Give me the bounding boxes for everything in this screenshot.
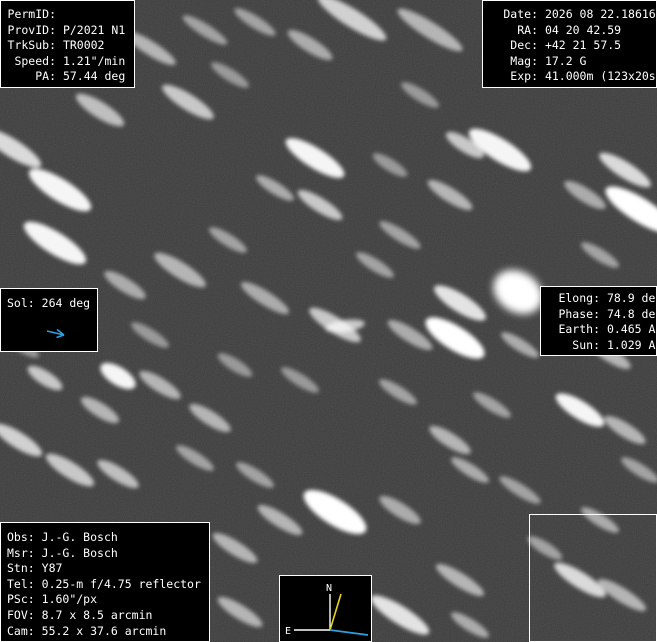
- date-row: Date: 2026 08 22.18616: [489, 7, 656, 23]
- obs-label: Obs:: [7, 530, 35, 544]
- exp-value: 41.000m (123x20s): [544, 69, 657, 84]
- dec-label: Dec:: [510, 38, 538, 53]
- ra-value: 04 20 42.59: [544, 22, 622, 37]
- stn-row: Stn: Y87: [7, 561, 209, 577]
- elong-value: 78.9 deg: [606, 291, 657, 305]
- provid-label: ProvID:: [7, 22, 56, 37]
- date-label: Date:: [503, 7, 538, 21]
- fov-label: FOV:: [7, 607, 35, 622]
- psc-row: PSc: 1.60"/px: [7, 592, 209, 608]
- provid-value: P/2021 N1: [62, 22, 126, 37]
- ra-row: RA: 04 20 42.59: [489, 23, 656, 39]
- earth-label: Earth:: [558, 322, 600, 337]
- tel-label: Tel:: [7, 576, 35, 591]
- cam-label: Cam:: [7, 623, 35, 638]
- fov-value: 8.7 x 8.5 arcmin: [41, 607, 153, 622]
- earth-value: 0.465 AU: [606, 322, 657, 337]
- sun-direction-panel: Sol: 264 deg: [0, 288, 98, 352]
- sol-label: Sol:: [7, 296, 35, 310]
- north-label: N: [326, 583, 332, 594]
- cam-row: Cam: 55.2 x 37.6 arcmin: [7, 624, 209, 640]
- msr-row: Msr: J.-G. Bosch: [7, 546, 209, 562]
- pa-row: PA: 57.44 deg: [7, 69, 134, 85]
- pa-label: PA:: [35, 69, 56, 84]
- msr-label: Msr:: [7, 545, 35, 560]
- msr-value: J.-G. Bosch: [41, 545, 118, 560]
- ra-label: RA:: [517, 22, 538, 37]
- trksub-value: TR0002: [62, 38, 105, 53]
- position-info-panel: Date: 2026 08 22.18616 RA: 04 20 42.59 Dec…: [482, 0, 657, 88]
- phase-label: Phase:: [558, 306, 600, 321]
- mag-label: Mag:: [510, 53, 538, 68]
- compass-rose-icon: N E: [285, 583, 369, 637]
- trksub-row: TrkSub: TR0002: [7, 38, 134, 54]
- geometry-info-panel: Elong: 78.9 deg Phase: 74.8 deg Earth: 0.4…: [540, 286, 657, 356]
- motion-direction-icon: [329, 593, 342, 631]
- sun-distance-label: Sun:: [572, 337, 600, 352]
- sol-row: Sol: 264 deg: [7, 296, 97, 312]
- cam-value: 55.2 x 37.6 arcmin: [41, 623, 167, 638]
- permid-row: PermID:: [7, 7, 134, 23]
- elong-label: Elong:: [558, 291, 600, 305]
- permid-label: PermID:: [7, 7, 56, 21]
- speed-row: Speed: 1.21"/min: [7, 54, 134, 70]
- psc-value: 1.60"/px: [41, 592, 98, 607]
- stn-label: Stn:: [7, 561, 35, 576]
- target-zoom-inset: [529, 514, 657, 642]
- mag-value: 17.2 G: [544, 53, 587, 68]
- earth-row: Earth: 0.465 AU: [545, 322, 657, 338]
- obs-row: Obs: J.-G. Bosch: [7, 530, 209, 546]
- pa-value: 57.44 deg: [62, 69, 126, 84]
- compass-panel: N E: [279, 575, 372, 642]
- observer-info-panel: Obs: J.-G. Bosch Msr: J.-G. Bosch Stn: Y87…: [0, 522, 210, 642]
- elong-row: Elong: 78.9 deg: [545, 291, 657, 307]
- stn-value: Y87: [41, 561, 63, 576]
- fov-row: FOV: 8.7 x 8.5 arcmin: [7, 608, 209, 624]
- sun-vector-icon: [329, 629, 369, 636]
- sun-direction-arrow-icon: [46, 328, 65, 339]
- phase-value: 74.8 deg: [606, 306, 657, 321]
- sun-distance-row: Sun: 1.029 AU: [545, 337, 657, 354]
- observation-info-panel: PermID: ProvID: P/2021 N1 TrkSub: TR0002 S…: [0, 0, 135, 88]
- phase-row: Phase: 74.8 deg: [545, 306, 657, 323]
- tel-value: 0.25-m f/4.75 reflector: [41, 576, 201, 591]
- sun-distance-value: 1.029 AU: [606, 337, 657, 352]
- sol-value: 264 deg: [41, 296, 91, 310]
- astrometry-image: PermID: ProvID: P/2021 N1 TrkSub: TR0002 S…: [0, 0, 657, 642]
- obs-value: J.-G. Bosch: [41, 530, 118, 544]
- tel-row: Tel: 0.25-m f/4.75 reflector: [7, 577, 209, 593]
- dec-value: +42 21 57.5: [544, 38, 622, 53]
- speed-label: Speed:: [14, 53, 56, 68]
- provid-row: ProvID: P/2021 N1: [7, 23, 134, 39]
- exp-row: Exp: 41.000m (123x20s): [489, 69, 657, 85]
- date-value: 2026 08 22.18616: [544, 7, 656, 21]
- east-label: E: [285, 626, 291, 637]
- exp-label: Exp:: [510, 69, 538, 84]
- trksub-label: TrkSub:: [7, 38, 56, 53]
- psc-label: PSc:: [7, 592, 35, 607]
- dec-row: Dec: +42 21 57.5: [489, 38, 656, 54]
- mag-row: Mag: 17.2 G: [489, 54, 656, 70]
- speed-value: 1.21"/min: [62, 53, 126, 68]
